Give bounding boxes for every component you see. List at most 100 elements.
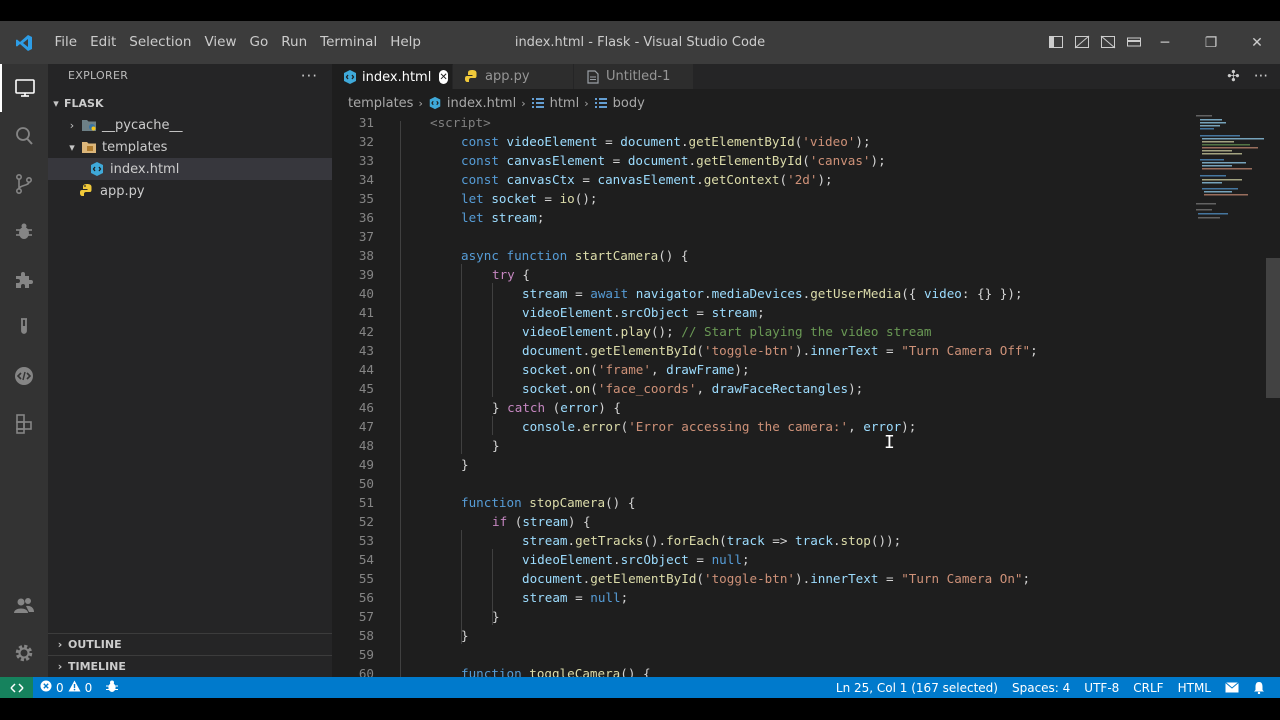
code-line: 39 try { (332, 265, 1192, 284)
code-line: 33 const canvasElement = document.getElem… (332, 151, 1192, 170)
chevron-right-icon: › (57, 638, 63, 651)
code-line: 35 let socket = io(); (332, 189, 1192, 208)
feedback-icon[interactable] (1218, 677, 1246, 698)
cursor-position[interactable]: Ln 25, Col 1 (167 selected) (829, 677, 1005, 698)
split-editor-icon[interactable]: ✣ (1227, 67, 1240, 85)
scrollbar-thumb[interactable] (1266, 258, 1280, 398)
code-line: 54 videoElement.srcObject = null; (332, 550, 1192, 569)
folder-root-label: FLASK (64, 96, 104, 110)
notifications-bell-icon[interactable] (1246, 677, 1272, 698)
code-line: 51 function stopCamera() { (332, 493, 1192, 512)
line-number: 52 (358, 514, 374, 529)
menu-terminal[interactable]: Terminal (314, 21, 384, 64)
minimap[interactable] (1192, 113, 1266, 677)
encoding[interactable]: UTF-8 (1077, 677, 1126, 698)
code-line: 43 document.getElementById('toggle-btn').… (332, 341, 1192, 360)
toggle-secondary-sidebar-icon[interactable] (1100, 34, 1116, 50)
code-line: 44 socket.on('frame', drawFrame); (332, 360, 1192, 379)
code-line: 42 videoElement.play(); // Start playing … (332, 322, 1192, 341)
code-line: 31 <script> (332, 113, 1192, 132)
toggle-panel-icon[interactable] (1074, 34, 1090, 50)
editor-actions: ✣ ··· (1227, 67, 1268, 85)
element-symbol-icon (531, 97, 545, 109)
docker-icon[interactable] (0, 400, 48, 448)
manage-gear-icon[interactable] (0, 629, 48, 677)
menu-run[interactable]: Run (275, 21, 314, 64)
code-text: } (492, 609, 500, 624)
code-text: stream = null; (522, 590, 629, 605)
extensions-icon[interactable] (0, 256, 48, 304)
timeline-section[interactable]: › TIMELINE (48, 655, 332, 677)
explorer-title: EXPLORER (68, 69, 129, 82)
debug-status[interactable] (99, 677, 125, 698)
toggle-primary-sidebar-icon[interactable] (1048, 34, 1064, 50)
outline-section[interactable]: › OUTLINE (48, 633, 332, 655)
menu-view[interactable]: View (198, 21, 243, 64)
remote-explorer-icon[interactable] (0, 352, 48, 400)
language-mode[interactable]: HTML (1171, 677, 1218, 698)
accounts-icon[interactable] (0, 581, 48, 629)
close-button[interactable]: ✕ (1234, 21, 1280, 64)
line-number: 44 (358, 362, 374, 377)
code-text: } (492, 438, 500, 453)
tree-item-label: __pycache__ (102, 117, 183, 133)
code-text: videoElement.srcObject = stream; (522, 305, 765, 320)
letterbox-top (0, 0, 1280, 21)
warning-count: 0 (84, 680, 93, 695)
restore-button[interactable]: ❐ (1188, 21, 1234, 64)
remote-indicator-icon[interactable] (0, 677, 33, 698)
title-bar: File Edit Selection View Go Run Terminal… (0, 21, 1280, 64)
tab-untitled-1[interactable]: Untitled-1 (574, 64, 694, 89)
explorer-icon[interactable] (0, 64, 48, 112)
menu-help[interactable]: Help (384, 21, 428, 64)
tree-item-app-py[interactable]: app.py (48, 180, 332, 202)
error-icon (40, 680, 52, 695)
tab-index-html[interactable]: index.html ✕ (332, 64, 453, 89)
menu-go[interactable]: Go (243, 21, 275, 64)
tree-item-label: templates (102, 139, 168, 155)
minimize-button[interactable]: ─ (1142, 21, 1188, 64)
indentation[interactable]: Spaces: 4 (1005, 677, 1077, 698)
python-file-icon (78, 183, 96, 199)
code-editor[interactable]: 31 <script> 32 const videoElement = docume… (332, 113, 1192, 677)
breadcrumb-index-html[interactable]: index.html (447, 96, 516, 111)
code-text: socket.on('face_coords', drawFaceRectang… (522, 381, 864, 396)
activity-bar (0, 64, 48, 677)
end-of-line[interactable]: CRLF (1126, 677, 1170, 698)
breadcrumb-body[interactable]: body (613, 96, 645, 111)
tree-item-templates[interactable]: ▾ templates (48, 136, 332, 158)
code-line: 46} catch (error) { (332, 398, 1192, 417)
tree-item-index-html[interactable]: index.html (48, 158, 332, 180)
vertical-scrollbar[interactable] (1266, 113, 1280, 677)
folder-root-flask[interactable]: ▾ FLASK (48, 92, 332, 114)
code-text: videoElement.play(); // Start playing th… (522, 324, 932, 339)
code-text: stream = await navigator.mediaDevices.ge… (522, 286, 1023, 301)
tree-item-pycache[interactable]: › __pycache__ (48, 114, 332, 136)
search-icon[interactable] (0, 112, 48, 160)
code-text: try { (492, 267, 530, 282)
explorer-header: EXPLORER ··· (48, 64, 332, 87)
close-tab-icon[interactable]: ✕ (439, 70, 448, 84)
line-number: 40 (358, 286, 374, 301)
breadcrumb-html[interactable]: html (550, 96, 580, 111)
line-number: 34 (358, 172, 374, 187)
more-actions-button[interactable]: ··· (301, 67, 318, 85)
line-number: 38 (358, 248, 374, 263)
text-cursor-icon: I (884, 432, 895, 453)
menu-file[interactable]: File (48, 21, 84, 64)
source-control-icon[interactable] (0, 160, 48, 208)
tab-app-py[interactable]: app.py (453, 64, 574, 89)
breadcrumb: templates › index.html › html › body (332, 92, 645, 114)
line-number: 53 (358, 533, 374, 548)
menu-edit[interactable]: Edit (84, 21, 123, 64)
problems-status[interactable]: 0 0 (33, 677, 99, 698)
more-actions-icon[interactable]: ··· (1254, 67, 1268, 85)
testing-icon[interactable] (0, 304, 48, 352)
code-line: 60 function toggleCamera() { (332, 664, 1192, 677)
customize-layout-icon[interactable] (1126, 34, 1142, 50)
breadcrumb-templates[interactable]: templates (348, 96, 413, 111)
code-text: async function startCamera() { (461, 248, 689, 263)
menu-selection[interactable]: Selection (123, 21, 198, 64)
run-debug-icon[interactable] (0, 208, 48, 256)
line-number: 58 (358, 628, 374, 643)
